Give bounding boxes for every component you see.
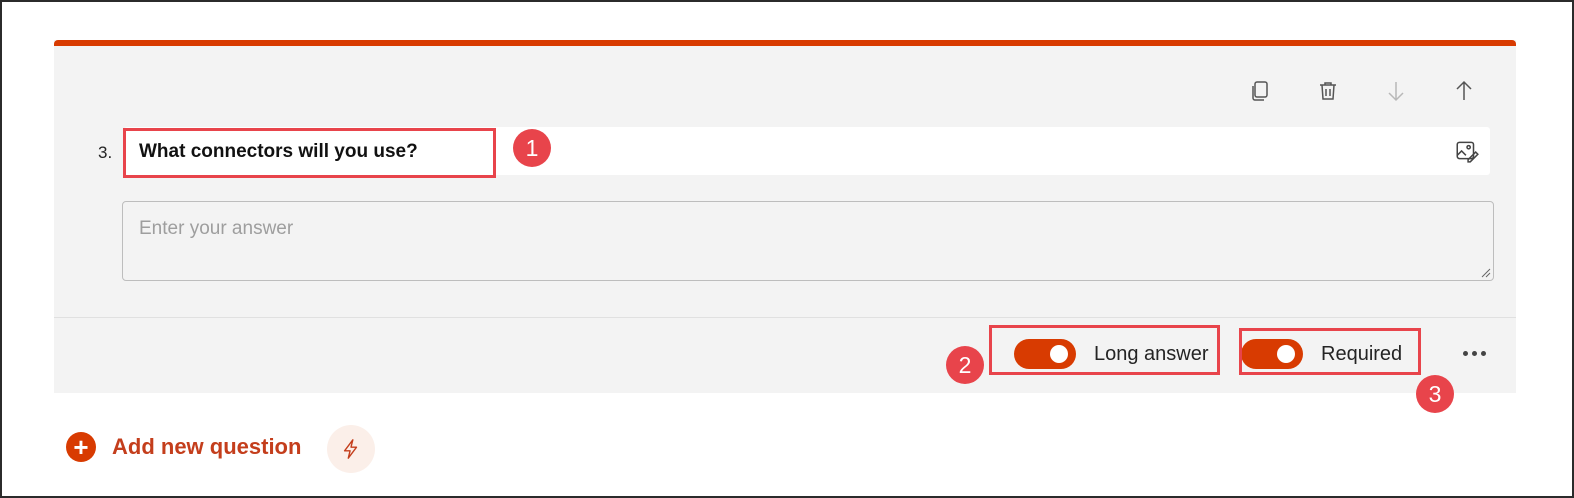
callout-box-question-title — [123, 128, 496, 178]
move-down-button[interactable] — [1376, 71, 1416, 111]
dot — [1480, 350, 1486, 356]
callout-box-long-answer — [989, 325, 1220, 375]
answer-placeholder: Enter your answer — [139, 218, 294, 239]
resize-handle-icon[interactable] — [1479, 266, 1491, 278]
add-new-question-button[interactable]: + Add new question — [66, 432, 301, 462]
arrow-down-icon — [1388, 82, 1404, 102]
insert-media-button[interactable] — [1452, 136, 1482, 166]
callout-badge-2: 2 — [946, 346, 984, 384]
callout-badge-3: 3 — [1416, 375, 1454, 413]
callout-box-required — [1239, 328, 1421, 375]
trash-icon — [1320, 82, 1336, 100]
arrow-up-icon — [1456, 80, 1472, 100]
add-new-question-label: Add new question — [112, 434, 302, 459]
quick-suggest-button[interactable] — [327, 425, 375, 473]
callout-badge-1: 1 — [513, 129, 551, 167]
copy-icon — [1252, 81, 1268, 101]
card-accent-bar — [54, 40, 1516, 46]
move-up-button[interactable] — [1444, 71, 1484, 111]
question-number: 3. — [98, 143, 113, 162]
copy-question-button[interactable] — [1240, 71, 1280, 111]
question-toolbar — [1240, 71, 1484, 111]
card-divider — [54, 317, 1516, 318]
image-edit-icon — [1456, 141, 1479, 163]
lightning-icon — [343, 439, 358, 459]
answer-textarea[interactable]: Enter your answer — [122, 201, 1494, 281]
more-options-button[interactable] — [1457, 338, 1491, 368]
delete-question-button[interactable] — [1308, 71, 1348, 111]
dot — [1462, 350, 1468, 356]
dot — [1471, 350, 1477, 356]
plus-circle-icon: + — [66, 432, 96, 462]
